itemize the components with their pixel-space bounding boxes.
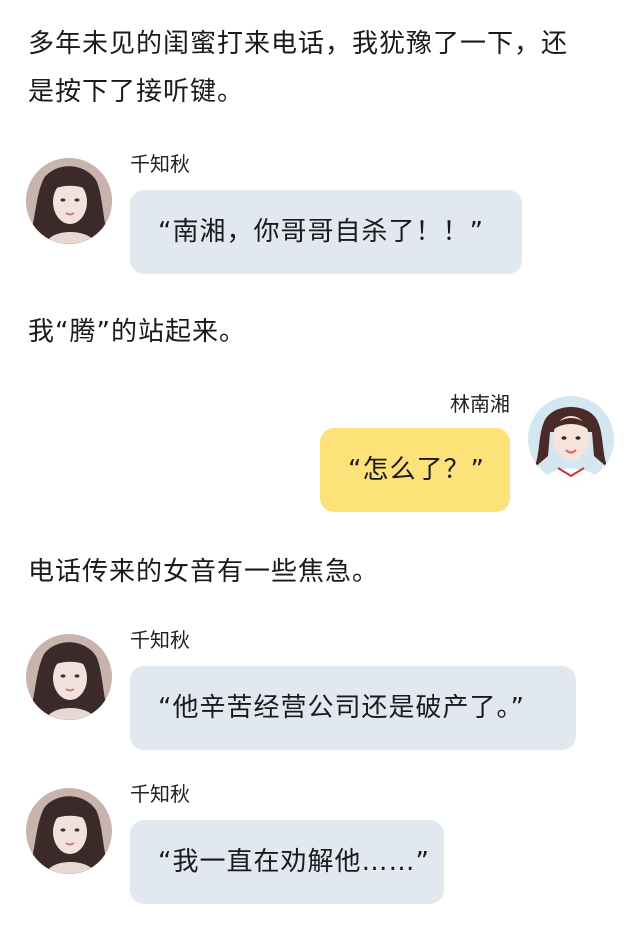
avatar-portrait-icon: [528, 396, 614, 482]
avatar-portrait-icon: [26, 634, 112, 720]
sender-name: 林南湘: [450, 392, 510, 416]
avatar[interactable]: [26, 788, 112, 874]
avatar[interactable]: [26, 634, 112, 720]
message-bubble[interactable]: “他辛苦经营公司还是破产了。”: [130, 666, 576, 750]
avatar[interactable]: [528, 396, 614, 482]
avatar-portrait-icon: [26, 788, 112, 874]
avatar-portrait-icon: [26, 158, 112, 244]
narration-text: 电话传来的女音有一些焦急。: [28, 557, 380, 587]
narration-line: 多年未见的闺蜜打来电话，我犹豫了一下，还: [28, 29, 569, 59]
narration-text: 我“腾”的站起来。: [28, 317, 246, 347]
sender-name: 千知秋: [130, 782, 190, 806]
message-bubble[interactable]: “我一直在劝解他……”: [130, 820, 444, 904]
message-bubble[interactable]: “南湘，你哥哥自杀了！！”: [130, 190, 522, 274]
narration-line: 是按下了接听键。: [28, 77, 245, 107]
avatar[interactable]: [26, 158, 112, 244]
chat-page: { "narration": [ "多年未见的闺蜜打来电话，我犹豫了一下，还",…: [0, 0, 640, 928]
sender-name: 千知秋: [130, 152, 190, 176]
sender-name: 千知秋: [130, 628, 190, 652]
narration-text: 多年未见的闺蜜打来电话，我犹豫了一下，还 是按下了接听键。: [28, 20, 628, 116]
message-bubble[interactable]: “怎么了？”: [320, 428, 510, 512]
